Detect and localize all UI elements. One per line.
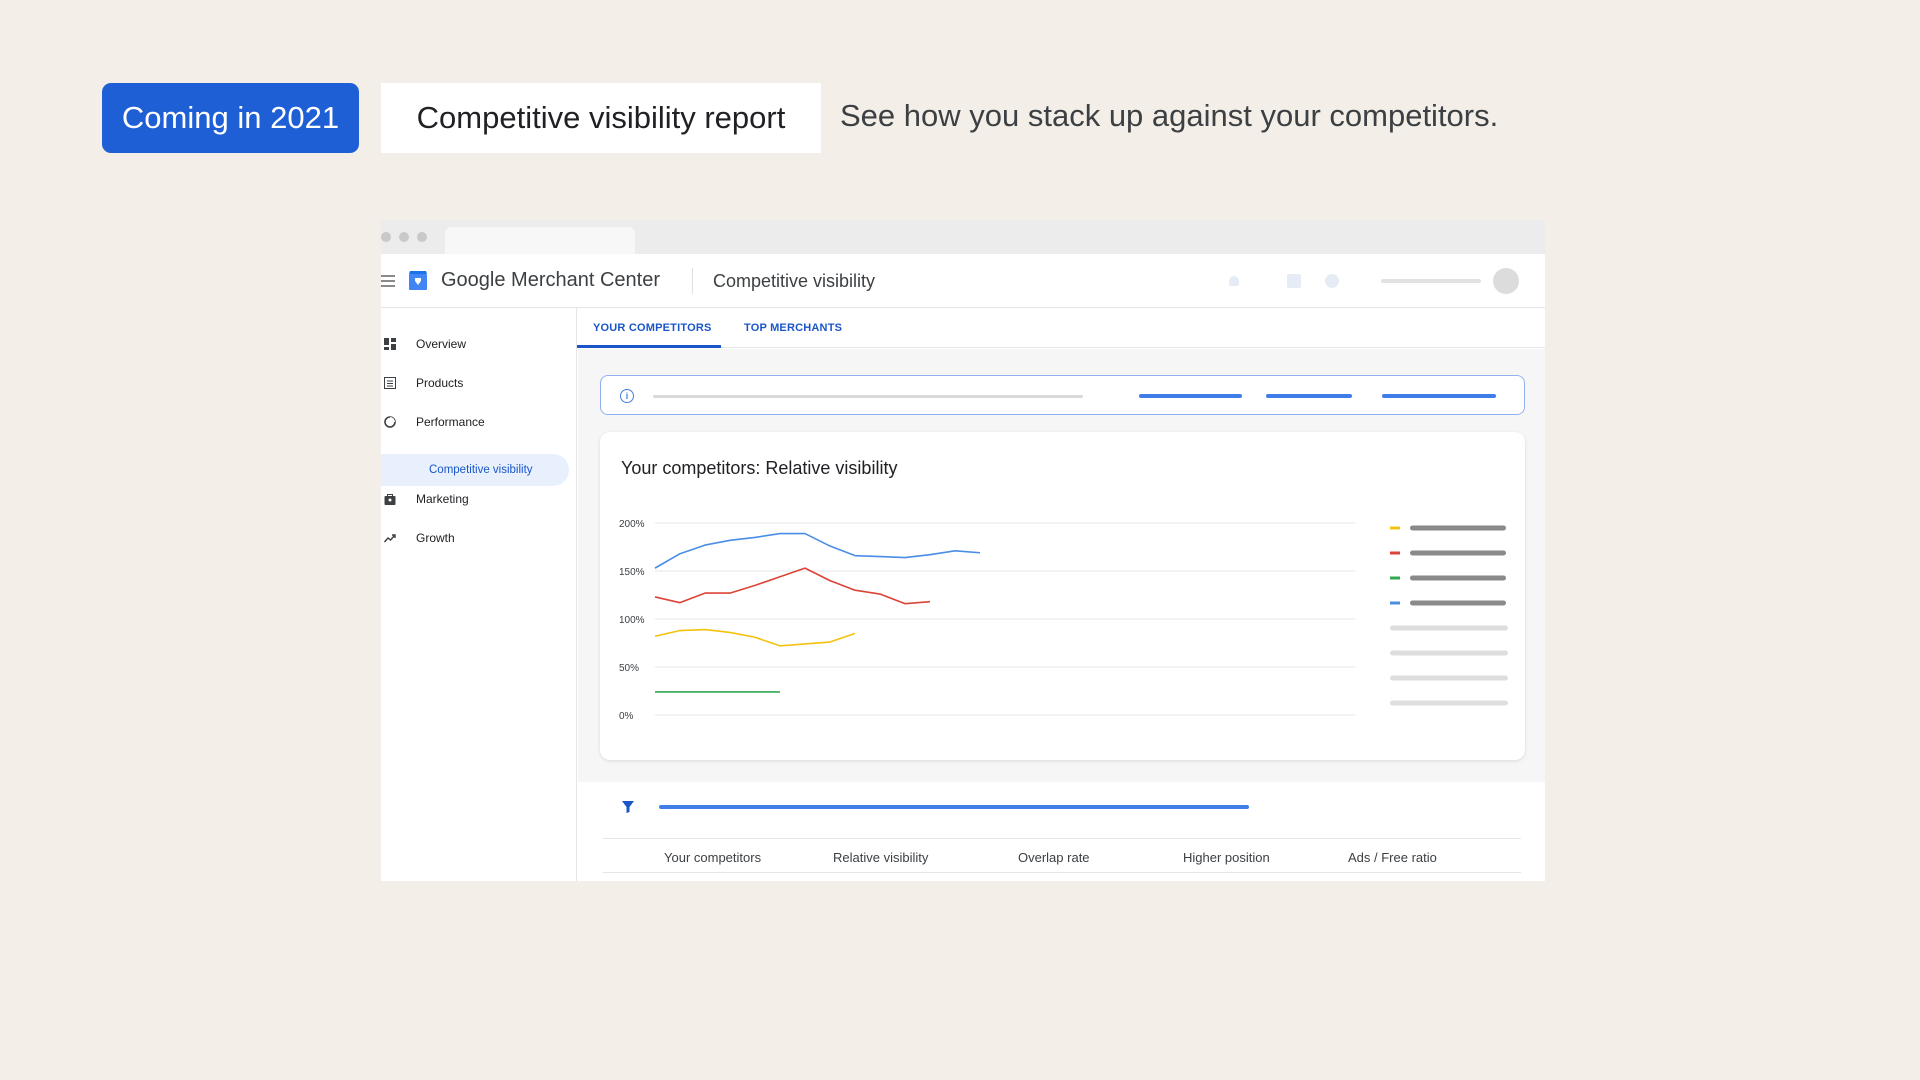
info-banner[interactable]: i (600, 375, 1525, 415)
y-tick-label: 200% (619, 519, 645, 530)
y-tick-label: 100% (619, 615, 645, 626)
table-header-top-border (603, 838, 1521, 839)
legend-swatch (1390, 551, 1400, 555)
marketing-icon (384, 494, 396, 505)
info-link-1[interactable] (1139, 394, 1242, 398)
sidebar-item-marketing[interactable]: Marketing (381, 483, 571, 515)
filter-bar[interactable] (659, 805, 1249, 809)
column-header-relative-visibility[interactable]: Relative visibility (833, 850, 928, 865)
column-header-ads-free-ratio[interactable]: Ads / Free ratio (1348, 850, 1437, 865)
browser-window: Google Merchant Center Competitive visib… (381, 220, 1545, 881)
legend-extra-placeholder (1390, 675, 1508, 681)
table-header-bottom-border (603, 872, 1521, 873)
y-tick-label: 150% (619, 567, 645, 578)
app-bar: Google Merchant Center Competitive visib… (381, 254, 1545, 308)
column-header-overlap-rate[interactable]: Overlap rate (1018, 850, 1090, 865)
legend-swatch (1390, 576, 1400, 580)
column-header-your-competitors[interactable]: Your competitors (664, 850, 761, 865)
sidebar-item-products[interactable]: Products (381, 367, 571, 399)
legend-swatch (1390, 526, 1400, 530)
legend-label-placeholder (1410, 525, 1506, 531)
apps-icon[interactable] (1287, 274, 1301, 288)
browser-chrome (381, 220, 1545, 254)
relative-visibility-card: Your competitors: Relative visibility 20… (600, 432, 1525, 760)
legend-swatch (1390, 601, 1400, 605)
info-icon: i (620, 389, 634, 403)
notification-icon[interactable] (1229, 276, 1239, 286)
legend-label-placeholder (1410, 600, 1506, 606)
tagline-text: See how you stack up against your compet… (840, 98, 1499, 133)
trending-up-icon (384, 534, 396, 543)
sidebar-item-competitive-visibility[interactable]: Competitive visibility (381, 454, 569, 486)
info-text-placeholder (653, 395, 1083, 398)
avatar[interactable] (1493, 268, 1519, 294)
legend-label-placeholder (1410, 575, 1506, 581)
coming-in-2021-badge: Coming in 2021 (102, 83, 359, 153)
relative-visibility-chart: 200% 150% 100% 50% 0% (619, 519, 1508, 722)
report-title-label: Competitive visibility report (381, 83, 821, 153)
y-tick-label: 0% (619, 711, 634, 722)
browser-tab[interactable] (445, 227, 635, 254)
appbar-divider (692, 268, 693, 294)
legend-label-placeholder (1410, 550, 1506, 556)
performance-icon (384, 416, 396, 428)
merchant-center-logo-icon (409, 271, 427, 290)
active-tab-indicator (577, 345, 721, 348)
legend-extra-placeholder (1390, 625, 1508, 631)
app-name: Google Merchant Center (441, 269, 661, 291)
merchant-center-app: Google Merchant Center Competitive visib… (381, 254, 1545, 881)
dashboard-icon (384, 338, 396, 350)
info-link-3[interactable] (1382, 394, 1496, 398)
sidebar: Overview Products Performance Competitiv… (381, 308, 577, 881)
legend-extra-placeholder (1390, 650, 1508, 656)
sidebar-item-label: Overview (416, 337, 467, 351)
sidebar-item-performance[interactable]: Performance (381, 406, 571, 438)
info-link-2[interactable] (1266, 394, 1352, 398)
hamburger-menu-icon[interactable] (381, 275, 395, 287)
legend-extra-placeholder (1390, 700, 1508, 706)
help-icon[interactable] (1325, 274, 1339, 288)
tab-top-merchants[interactable]: TOP MERCHANTS (744, 322, 842, 334)
products-icon (384, 377, 396, 389)
account-name-placeholder (1381, 279, 1481, 283)
window-dot-close[interactable] (381, 232, 391, 242)
competitors-table: Your competitors Relative visibility Ove… (578, 782, 1545, 881)
sidebar-item-label: Growth (416, 531, 455, 545)
window-controls (381, 232, 427, 242)
series-line-0[interactable] (654, 532, 981, 569)
window-dot-minimize[interactable] (399, 232, 409, 242)
sidebar-sub-item-label: Competitive visibility (429, 464, 533, 476)
y-tick-label: 50% (619, 663, 639, 674)
window-dot-maximize[interactable] (417, 232, 427, 242)
sidebar-item-overview[interactable]: Overview (381, 328, 571, 360)
column-header-higher-position[interactable]: Higher position (1183, 850, 1270, 865)
filter-icon[interactable] (621, 800, 635, 814)
tab-bar: YOUR COMPETITORS TOP MERCHANTS (577, 308, 1545, 348)
sidebar-item-label: Marketing (416, 492, 469, 506)
sidebar-item-growth[interactable]: Growth (381, 522, 571, 554)
page-title: Competitive visibility (713, 271, 876, 291)
series-line-1[interactable] (654, 567, 931, 605)
series-line-2[interactable] (654, 628, 856, 647)
sidebar-item-label: Products (416, 376, 464, 390)
sidebar-item-label: Performance (416, 415, 485, 429)
tab-your-competitors[interactable]: YOUR COMPETITORS (593, 322, 712, 334)
